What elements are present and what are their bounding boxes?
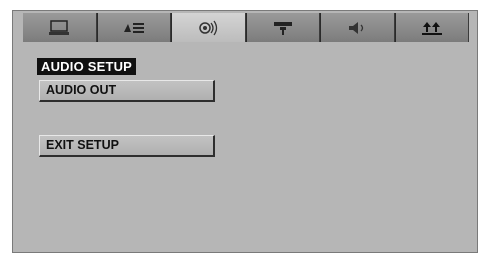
page-title: AUDIO SETUP	[37, 58, 137, 75]
audio-out-button[interactable]: AUDIO OUT	[39, 80, 215, 102]
tab-general[interactable]	[23, 13, 97, 42]
setup-screen: AUDIO SETUP AUDIO OUT EXIT SETUP	[12, 10, 478, 253]
exit-arrows-icon	[421, 21, 442, 35]
tab-speaker[interactable]	[321, 13, 395, 42]
monitor-icon	[49, 19, 70, 35]
speaker-waves-icon	[199, 20, 218, 35]
tv-video-icon	[273, 21, 292, 35]
exit-setup-button[interactable]: EXIT SETUP	[39, 135, 215, 157]
setup-tab-bar	[23, 13, 469, 42]
tab-video[interactable]	[246, 13, 320, 42]
tab-preferences[interactable]	[97, 13, 171, 42]
volume-icon	[349, 21, 364, 34]
tab-audio-setup[interactable]	[172, 13, 246, 42]
tab-exit[interactable]	[395, 13, 469, 42]
settings-list-icon	[123, 22, 144, 33]
